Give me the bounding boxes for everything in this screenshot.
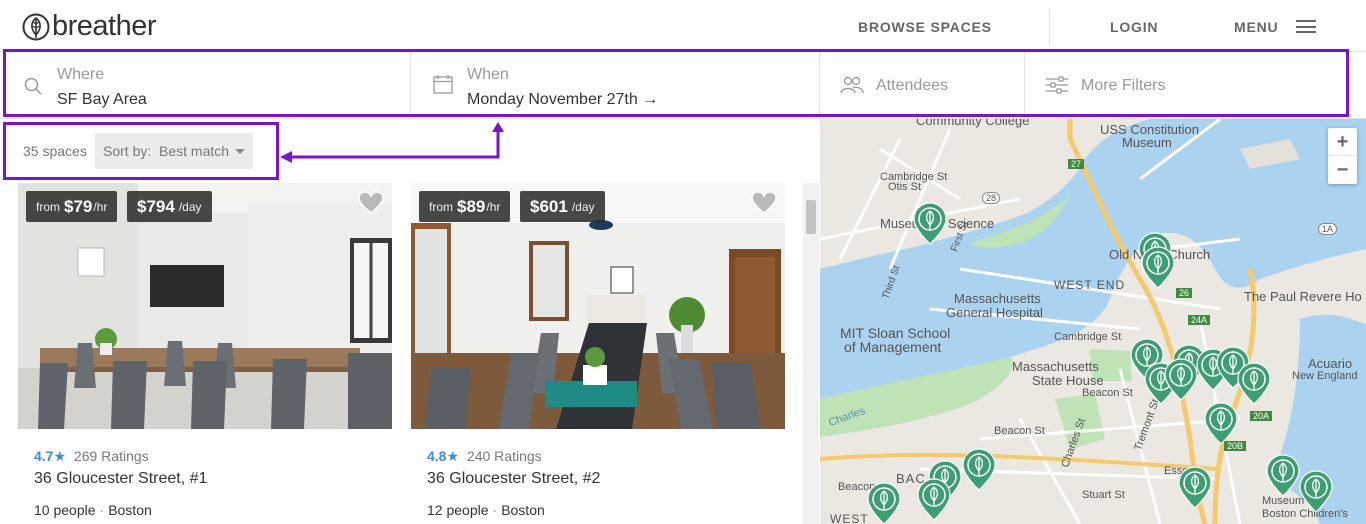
map-label: Massachusetts bbox=[954, 291, 1041, 306]
sliders-icon bbox=[1046, 76, 1068, 94]
when-label: When bbox=[467, 66, 509, 83]
leaf-pin-icon bbox=[867, 482, 901, 524]
map-zoom-control: + − bbox=[1328, 128, 1357, 184]
zoom-out-button[interactable]: − bbox=[1328, 156, 1357, 184]
route-shield: 27 bbox=[1068, 159, 1085, 169]
map-label: State House bbox=[1032, 373, 1104, 388]
nav-divider bbox=[1049, 9, 1050, 45]
map-label: The Paul Revere Ho bbox=[1244, 289, 1362, 304]
where-value: SF Bay Area bbox=[57, 91, 147, 108]
brand-name: breather bbox=[52, 10, 157, 42]
map-pin[interactable] bbox=[1176, 465, 1214, 509]
when-field[interactable]: When Monday November 27th → bbox=[411, 52, 820, 118]
calendar-icon bbox=[433, 75, 453, 94]
route-shield: 24A bbox=[1188, 315, 1211, 325]
map-pin[interactable] bbox=[1139, 245, 1177, 289]
hourly-price-badge: from $89 /hr bbox=[419, 191, 511, 222]
leaf-pin-icon bbox=[913, 202, 947, 245]
caret-down-icon bbox=[235, 149, 245, 154]
route-shield: 1A bbox=[1318, 223, 1338, 235]
map-pin[interactable] bbox=[1235, 361, 1273, 405]
leaf-pin-icon bbox=[1204, 402, 1238, 445]
listing-card[interactable]: from $79 /hr $794 /day 4.7★ 269 Ratings … bbox=[18, 183, 392, 524]
people-icon bbox=[840, 76, 864, 94]
map-label: Otis St bbox=[888, 181, 922, 193]
map-pin[interactable] bbox=[915, 477, 953, 521]
results-count: 35 spaces bbox=[23, 143, 87, 159]
leaf-pin-icon bbox=[1164, 358, 1198, 401]
listing-card[interactable]: from $89 /hr $601 /day 4.8★ 240 Ratings … bbox=[411, 183, 785, 524]
favorite-heart-icon[interactable] bbox=[358, 191, 384, 215]
attendees-label: Attendees bbox=[876, 77, 949, 94]
map-pin[interactable] bbox=[1162, 357, 1200, 401]
route-shield: 28 bbox=[982, 192, 1001, 204]
listing-meta: 12 people · Boston bbox=[427, 502, 545, 518]
listing-title[interactable]: 36 Gloucester Street, #1 bbox=[34, 470, 207, 488]
leaf-pin-icon bbox=[1178, 466, 1212, 509]
zoom-in-button[interactable]: + bbox=[1328, 128, 1357, 156]
menu-button[interactable]: MENU bbox=[1234, 19, 1278, 35]
where-field[interactable]: Where SF Bay Area bbox=[0, 52, 411, 118]
map-label: Stuart St bbox=[1082, 489, 1125, 501]
brand-logo[interactable]: breather bbox=[22, 10, 157, 43]
search-bar: Where SF Bay Area When Monday November 2… bbox=[0, 51, 1366, 119]
route-shield: 20A bbox=[1250, 411, 1273, 421]
leaf-logo-icon bbox=[22, 13, 50, 40]
scrollbar-thumb[interactable] bbox=[806, 200, 816, 234]
map-label: WEST END bbox=[1054, 278, 1126, 292]
more-filters-field[interactable]: More Filters bbox=[1025, 52, 1366, 118]
hamburger-icon[interactable] bbox=[1296, 20, 1316, 33]
hourly-price-badge: from $79 /hr bbox=[26, 191, 118, 222]
map-label: Acuario bbox=[1308, 356, 1353, 371]
rating: 4.8★ 240 Ratings bbox=[427, 448, 542, 464]
login-link[interactable]: LOGIN bbox=[1110, 19, 1158, 35]
daily-price-badge: $601 /day bbox=[520, 191, 605, 222]
browse-spaces-link[interactable]: BROWSE SPACES bbox=[858, 19, 992, 35]
leaf-pin-icon bbox=[1299, 470, 1333, 513]
map-label: WEST bbox=[830, 512, 869, 524]
map-label: Beacon St bbox=[994, 425, 1045, 437]
map-label: General Hospital bbox=[946, 305, 1043, 320]
sort-dropdown[interactable]: Sort by: Best match bbox=[95, 133, 253, 169]
map-label: Beacon St bbox=[1082, 387, 1133, 399]
rating: 4.7★ 269 Ratings bbox=[34, 448, 149, 464]
favorite-heart-icon[interactable] bbox=[751, 191, 777, 215]
daily-price-badge: $794 /day bbox=[127, 191, 212, 222]
where-label: Where bbox=[57, 66, 105, 83]
page: breather BROWSE SPACES LOGIN MENU Where … bbox=[0, 0, 1366, 524]
map-pin[interactable] bbox=[865, 481, 903, 524]
attendees-field[interactable]: Attendees bbox=[820, 52, 1025, 118]
map-label: New England bbox=[1292, 370, 1358, 382]
more-filters-label: More Filters bbox=[1081, 77, 1166, 94]
map[interactable]: Community College USS Constitution Museu… bbox=[820, 119, 1366, 524]
sort-value: Best match bbox=[159, 143, 230, 159]
leaf-pin-icon bbox=[962, 448, 996, 491]
list-scrollbar[interactable] bbox=[803, 183, 819, 524]
listing-meta: 10 people · Boston bbox=[34, 502, 152, 518]
map-pin[interactable] bbox=[960, 447, 998, 491]
annotation-arrow-icon bbox=[280, 122, 504, 163]
map-pin[interactable] bbox=[1297, 469, 1335, 513]
map-label: of Management bbox=[844, 339, 942, 355]
listing-title[interactable]: 36 Gloucester Street, #2 bbox=[427, 470, 600, 488]
sort-label: Sort by: bbox=[103, 143, 152, 159]
route-shield: 26 bbox=[1176, 288, 1193, 298]
map-label: Cambridge St bbox=[1054, 331, 1122, 343]
top-navigation: breather BROWSE SPACES LOGIN MENU bbox=[0, 0, 1366, 50]
map-label: Community College bbox=[916, 119, 1030, 128]
map-pin[interactable] bbox=[1202, 401, 1240, 445]
leaf-pin-icon bbox=[1141, 246, 1175, 289]
leaf-pin-icon bbox=[1237, 362, 1271, 405]
map-label: Museum bbox=[1122, 135, 1172, 150]
search-icon bbox=[24, 77, 42, 95]
star-icon: ★ bbox=[446, 448, 460, 464]
when-value: Monday November 27th → bbox=[467, 91, 659, 108]
leaf-pin-icon bbox=[917, 478, 951, 521]
star-icon: ★ bbox=[53, 448, 67, 464]
map-pin[interactable] bbox=[911, 201, 949, 245]
map-label: Massachusetts bbox=[1012, 359, 1099, 374]
